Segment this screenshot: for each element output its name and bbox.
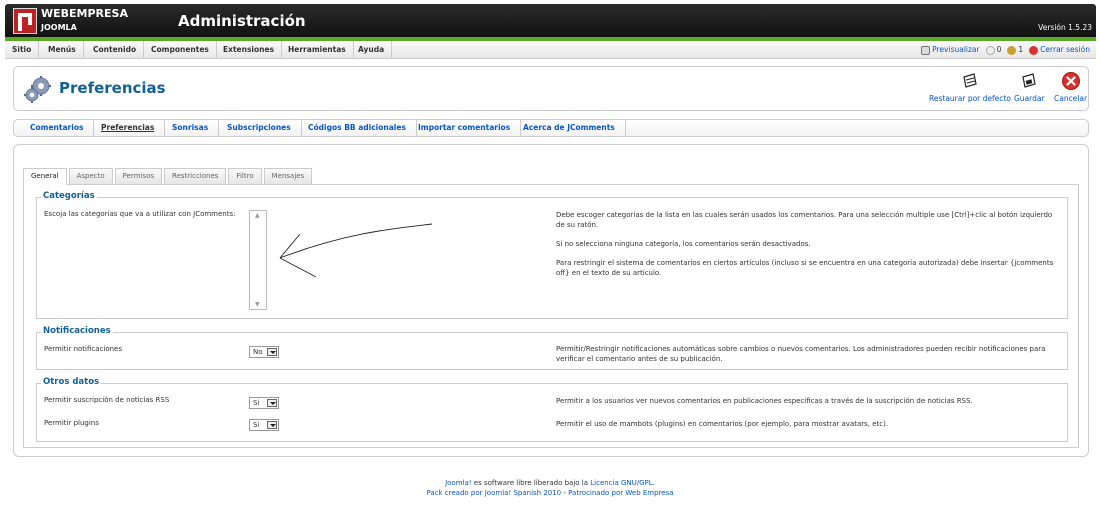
submenu-acerca[interactable]: Acerca de JComments xyxy=(513,120,626,136)
categorias-label: Escoja las categorías que va a utilizar … xyxy=(44,210,236,218)
menu-item-extensiones[interactable]: Extensiones xyxy=(216,41,283,59)
admin-header: WEBEMPRESA JOOMLA Administración Versión… xyxy=(5,4,1096,37)
sponsor-link[interactable]: Patrocinado por Web Empresa xyxy=(568,489,673,497)
restore-button[interactable]: Restaurar por defecto xyxy=(929,71,1011,103)
footer-text-1: es software libre liberado bajo la xyxy=(471,479,591,487)
tab-general[interactable]: General xyxy=(23,168,67,185)
rss-desc: Permitir a los usuarios ver nuevos comen… xyxy=(556,397,973,405)
plugins-label: Permitir plugins xyxy=(44,419,99,427)
submenu-subscripciones[interactable]: Subscripciones xyxy=(217,120,302,136)
submenu-comentarios[interactable]: Comentarios xyxy=(20,120,95,136)
preferences-panel: General Aspecto Permisos Restricciones F… xyxy=(13,144,1089,457)
messages-indicator[interactable]: 0 xyxy=(985,41,1002,59)
admin-title: Administración xyxy=(178,12,306,30)
gears-icon xyxy=(24,76,51,103)
tab-restricciones[interactable]: Restricciones xyxy=(164,168,227,184)
main-menu: Sitio Menús Contenido Componentes Extens… xyxy=(5,41,1096,59)
categorias-listbox[interactable]: ▲ ▼ xyxy=(249,210,267,310)
annotation-arrow-icon xyxy=(279,223,433,278)
save-icon xyxy=(1022,73,1036,88)
menu-item-componentes[interactable]: Componentes xyxy=(144,41,217,59)
users-indicator[interactable]: 1 xyxy=(1007,41,1023,59)
submenu-codigos-bb[interactable]: Códigos BB adicionales xyxy=(298,120,417,136)
preview-icon xyxy=(921,45,931,55)
menu-item-herramientas[interactable]: Herramientas xyxy=(281,41,354,59)
cancel-label: Cancelar xyxy=(1054,94,1088,103)
categorias-desc-2: Si no selecciona ninguna categoría, los … xyxy=(556,240,811,248)
users-icon xyxy=(1007,45,1017,55)
restore-label: Restaurar por defecto xyxy=(929,94,1011,103)
messages-count: 0 xyxy=(996,45,1002,54)
messages-icon xyxy=(985,45,995,55)
menu-status: Previsualizar 0 1 Cerrar sesión xyxy=(921,41,1090,59)
notificaciones-value: No xyxy=(253,348,263,356)
notificaciones-label: Permitir notificaciones xyxy=(44,345,123,353)
tab-filtro[interactable]: Filtro xyxy=(228,168,262,184)
rss-value: Si xyxy=(253,399,260,407)
logout-link[interactable]: Cerrar sesión xyxy=(1029,41,1090,59)
preview-link[interactable]: Previsualizar xyxy=(921,41,980,59)
brand-sub: JOOMLA xyxy=(41,23,77,32)
plugins-select[interactable]: Si xyxy=(249,419,279,431)
menu-item-contenido[interactable]: Contenido xyxy=(86,41,145,59)
brand-name: WEBEMPRESA xyxy=(41,7,128,20)
chevron-down-icon xyxy=(267,421,277,429)
license-link[interactable]: Licencia GNU/GPL xyxy=(590,479,652,487)
submenu-importar[interactable]: Importar comentarios xyxy=(408,120,522,136)
footer-line-1: Joomla! es software libre liberado bajo … xyxy=(0,479,1100,487)
scroll-down-icon[interactable]: ▼ xyxy=(255,301,260,308)
menu-item-menus[interactable]: Menús xyxy=(41,41,84,59)
cancel-icon xyxy=(1061,72,1080,90)
tab-general-content: Categorías Escoja las categorías que va … xyxy=(23,184,1079,448)
version-label: Versión 1.5.23 xyxy=(1038,23,1092,32)
tab-permisos[interactable]: Permisos xyxy=(114,168,163,184)
preview-label: Previsualizar xyxy=(932,45,980,54)
footer-line-2: Pack creado por Joomla! Spanish 2010 - P… xyxy=(0,489,1100,497)
save-label: Guardar xyxy=(1014,94,1045,103)
menu-item-ayuda[interactable]: Ayuda xyxy=(351,41,393,59)
footer-text-end: . xyxy=(652,479,655,487)
otros-datos-fieldset: Otros datos Permitir suscripción de noti… xyxy=(36,377,1068,442)
rss-select[interactable]: Si xyxy=(249,397,279,409)
plugins-value: Si xyxy=(253,421,260,429)
notificaciones-fieldset: Notificaciones Permitir notificaciones N… xyxy=(36,326,1068,370)
chevron-down-icon xyxy=(267,399,277,407)
spanish-pack-link[interactable]: Pack creado por Joomla! Spanish 2010 xyxy=(426,489,561,497)
categorias-legend: Categorías xyxy=(41,191,97,201)
tab-aspecto[interactable]: Aspecto xyxy=(68,168,113,184)
settings-tabs: General Aspecto Permisos Restricciones F… xyxy=(23,168,314,185)
joomla-logo-icon xyxy=(13,8,37,34)
categorias-desc-1: Debe escoger categorías de la lista en l… xyxy=(556,211,1053,229)
page-title: Preferencias xyxy=(59,79,166,97)
tab-mensajes[interactable]: Mensajes xyxy=(263,168,313,184)
cancel-button[interactable]: Cancelar xyxy=(1054,71,1087,103)
joomla-link[interactable]: Joomla! xyxy=(445,479,472,487)
rss-label: Permitir suscripción de noticias RSS xyxy=(44,396,170,404)
submenu-preferencias[interactable]: Preferencias xyxy=(91,120,166,136)
save-button[interactable]: Guardar xyxy=(1014,71,1045,103)
chevron-down-icon xyxy=(267,348,277,356)
notificaciones-desc: Permitir/Restringir notificaciones autom… xyxy=(556,345,1046,363)
scroll-up-icon[interactable]: ▲ xyxy=(255,212,260,219)
categorias-fieldset: Categorías Escoja las categorías que va … xyxy=(36,191,1068,319)
component-submenu: Comentarios Preferencias Sonrisas Subscr… xyxy=(13,119,1089,137)
logout-label: Cerrar sesión xyxy=(1040,45,1090,54)
submenu-sonrisas[interactable]: Sonrisas xyxy=(162,120,220,136)
notificaciones-select[interactable]: No xyxy=(249,346,279,358)
categorias-desc-3: Para restringir el sistema de comentario… xyxy=(556,259,1054,277)
logout-icon xyxy=(1029,45,1039,55)
plugins-desc: Permitir el uso de mambots (plugins) en … xyxy=(556,420,889,428)
toolbar-box: Preferencias Restaurar por defecto Guard… xyxy=(13,66,1089,111)
users-count: 1 xyxy=(1018,45,1024,54)
notificaciones-legend: Notificaciones xyxy=(41,326,113,336)
otros-datos-legend: Otros datos xyxy=(41,377,102,387)
menu-item-sitio[interactable]: Sitio xyxy=(5,41,40,59)
restore-icon xyxy=(963,73,977,88)
